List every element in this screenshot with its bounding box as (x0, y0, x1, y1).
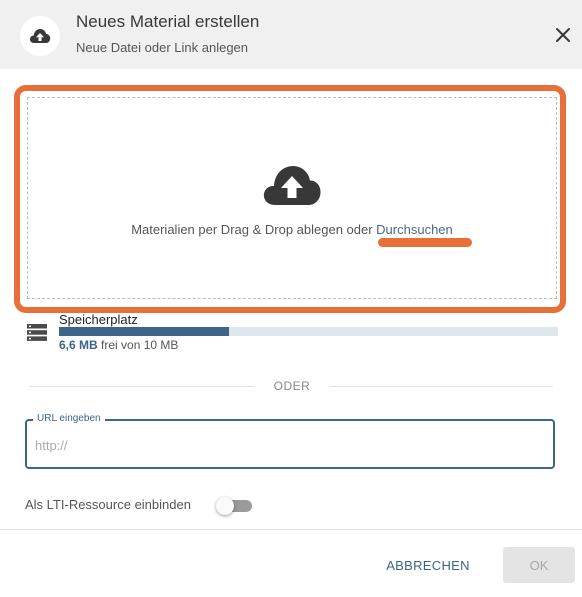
ok-button[interactable]: OK (503, 547, 575, 583)
file-drop-zone[interactable]: Materialien per Drag & Drop ablegen oder… (27, 97, 557, 299)
close-icon (556, 28, 570, 42)
url-field-label: URL eingeben (33, 413, 105, 424)
storage-total-text: frei von 10 MB (97, 338, 179, 352)
footer-divider (0, 529, 582, 530)
divider-line-right (330, 386, 553, 387)
url-field: URL eingeben (25, 413, 555, 469)
dropzone-instruction: Materialien per Drag & Drop ablegen oder (131, 222, 377, 237)
dialog-header: Neues Material erstellen Neue Datei oder… (0, 0, 582, 69)
dialog-subtitle: Neue Datei oder Link anlegen (76, 40, 249, 55)
cloud-upload-icon (20, 16, 60, 56)
lti-toggle[interactable] (216, 497, 254, 515)
lti-toggle-knob (216, 497, 234, 515)
cancel-button[interactable]: ABBRECHEN (380, 548, 476, 582)
lti-toggle-label: Als LTI-Ressource einbinden (25, 497, 191, 512)
url-input[interactable] (35, 435, 535, 455)
storage-icon (27, 324, 47, 341)
browse-link[interactable]: Durchsuchen (376, 222, 453, 237)
cloud-upload-icon (263, 166, 321, 205)
divider-line-left (29, 386, 254, 387)
storage-progress-bar (59, 327, 558, 336)
storage-title: Speicherplatz (59, 312, 138, 327)
dialog-title: Neues Material erstellen (76, 12, 260, 31)
dropzone-text: Materialien per Drag & Drop ablegen oder… (28, 222, 556, 237)
storage-used-value: 6,6 MB (59, 338, 98, 352)
storage-usage-text: 6,6 MB frei von 10 MB (59, 338, 178, 352)
close-button[interactable] (550, 22, 576, 48)
or-divider-label: ODER (273, 379, 311, 393)
browse-link-annotation (378, 238, 472, 247)
storage-progress-fill (59, 327, 229, 336)
